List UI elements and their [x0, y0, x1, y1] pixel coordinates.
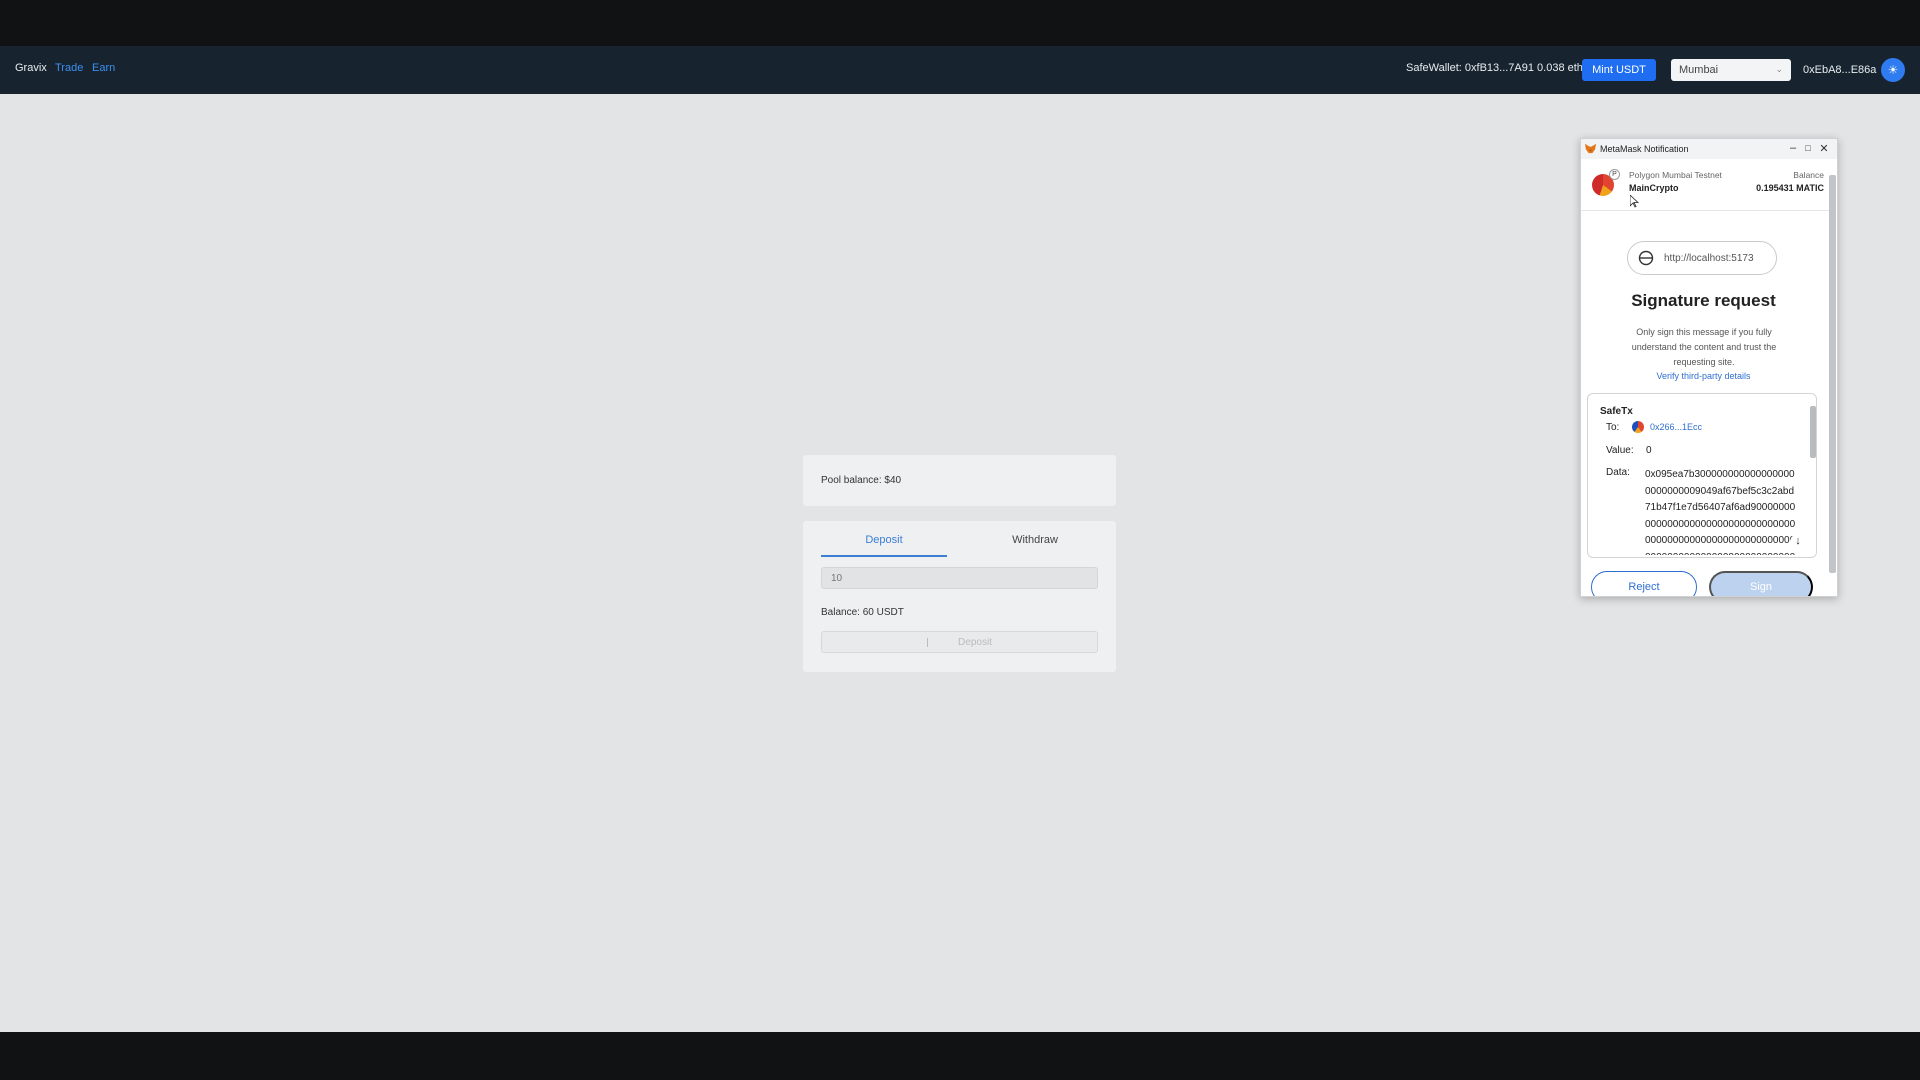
- reject-button[interactable]: Reject: [1591, 571, 1697, 596]
- brand-logo[interactable]: Gravix: [15, 62, 47, 74]
- network-select[interactable]: Mumbai ⌄: [1671, 59, 1791, 81]
- pool-balance-text: Pool balance: $40: [821, 475, 902, 486]
- tab-deposit[interactable]: Deposit: [821, 533, 947, 557]
- signature-request-title: Signature request: [1631, 291, 1776, 310]
- tab-withdraw[interactable]: Withdraw: [972, 533, 1098, 557]
- deposit-withdraw-card: Deposit Withdraw Balance: 60 USDT Deposi…: [803, 521, 1116, 672]
- to-label: To:: [1606, 422, 1620, 433]
- nav-link-earn[interactable]: Earn: [92, 62, 115, 74]
- origin-pill: http://localhost:5173: [1627, 241, 1777, 275]
- amount-input[interactable]: [821, 567, 1098, 589]
- signature-description: Only sign this message if you fully unde…: [1631, 327, 1777, 367]
- metamask-notification-window: MetaMask Notification – □ ✕ P Polygon Mu…: [1580, 138, 1838, 597]
- recipient-address[interactable]: 0x266...1Ecc: [1650, 422, 1702, 432]
- window-titlebar: MetaMask Notification – □ ✕: [1581, 139, 1837, 159]
- window-scrollbar[interactable]: [1829, 175, 1836, 573]
- minimize-icon[interactable]: –: [1786, 142, 1800, 154]
- account-header: P Polygon Mumbai Testnet MainCrypto Bala…: [1581, 159, 1829, 211]
- data-value: 0x095ea7b3000000000000000000000000009049…: [1645, 469, 1796, 555]
- recipient-avatar: [1632, 421, 1644, 433]
- network-badge: P: [1609, 169, 1620, 180]
- nav-link-trade[interactable]: Trade: [55, 62, 83, 74]
- metamask-fox-icon: [1585, 143, 1596, 154]
- message-scrollbar[interactable]: [1810, 406, 1816, 458]
- usdt-balance-text: Balance: 60 USDT: [821, 607, 904, 618]
- window-title: MetaMask Notification: [1600, 144, 1689, 154]
- origin-url: http://localhost:5173: [1664, 253, 1754, 264]
- spinner-icon: [927, 637, 929, 647]
- globe-icon: [1638, 250, 1654, 266]
- deposit-button-label: Deposit: [958, 636, 992, 648]
- safe-wallet-info: SafeWallet: 0xfB13...7A91 0.038 eth: [1406, 62, 1583, 74]
- network-name: Polygon Mumbai Testnet: [1629, 170, 1722, 180]
- account-name: MainCrypto: [1629, 183, 1679, 193]
- account-address[interactable]: 0xEbA8...E86a: [1803, 64, 1876, 76]
- sun-icon: ☀: [1887, 63, 1899, 77]
- close-icon[interactable]: ✕: [1817, 142, 1831, 155]
- balance-value: 0.195431 MATIC: [1756, 183, 1824, 193]
- mouse-cursor-icon: [1630, 195, 1639, 208]
- pool-balance-card: Pool balance: $40: [803, 455, 1116, 506]
- message-type: SafeTx: [1600, 406, 1633, 417]
- balance-label: Balance: [1793, 170, 1824, 180]
- value-value: 0: [1646, 445, 1652, 456]
- value-label: Value:: [1606, 445, 1634, 456]
- data-label: Data:: [1606, 467, 1630, 478]
- deposit-button[interactable]: Deposit: [821, 631, 1098, 653]
- network-select-value: Mumbai: [1679, 64, 1719, 76]
- mint-usdt-button[interactable]: Mint USDT: [1582, 59, 1656, 81]
- chevron-down-icon: ⌄: [1775, 64, 1783, 74]
- maximize-icon[interactable]: □: [1801, 143, 1815, 153]
- top-black-band: [0, 0, 1920, 46]
- sign-button[interactable]: Sign: [1709, 571, 1813, 596]
- bottom-black-band: [0, 1032, 1920, 1080]
- theme-toggle-button[interactable]: ☀: [1881, 58, 1905, 82]
- arrow-down-icon[interactable]: ↓: [1790, 534, 1806, 550]
- verify-third-party-link[interactable]: Verify third-party details: [1581, 371, 1826, 381]
- message-box[interactable]: SafeTx To: 0x266...1Ecc Value: 0 Data: 0…: [1587, 393, 1817, 558]
